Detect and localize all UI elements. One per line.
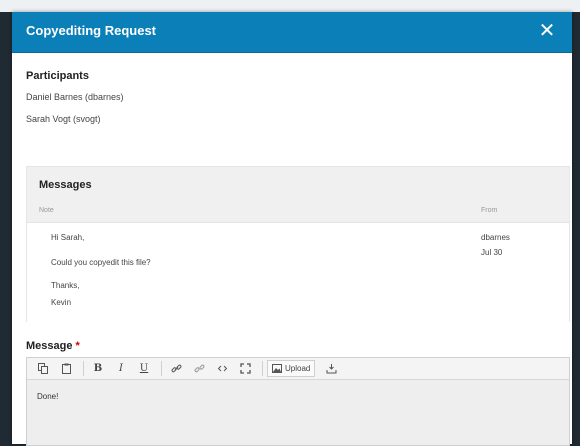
modal-title: Copyediting Request	[26, 23, 157, 38]
toolbar-divider	[262, 361, 263, 376]
toolbar-divider	[161, 361, 162, 376]
editor-toolbar: B I U Upload	[27, 358, 569, 380]
messages-heading: Messages	[39, 179, 92, 191]
code-icon[interactable]	[212, 360, 232, 377]
copyediting-request-modal: Copyediting Request ✕ Participants Danie…	[12, 12, 572, 446]
messages-panel: Messages Note From Hi Sarah, Could you c…	[26, 166, 570, 322]
image-icon	[272, 364, 282, 373]
upload-label: Upload	[285, 364, 311, 373]
message-editor[interactable]: B I U Upload Done!	[26, 357, 570, 446]
participant-item: Sarah Vogt (svogt)	[26, 114, 101, 124]
message-note-line: Thanks,	[51, 281, 80, 290]
message-text[interactable]: Done!	[27, 380, 569, 413]
message-field-label: Message *	[26, 340, 80, 352]
bold-button[interactable]: B	[88, 360, 108, 377]
participant-item: Daniel Barnes (dbarnes)	[26, 92, 124, 102]
message-note-line: Kevin	[51, 298, 72, 307]
paste-icon[interactable]	[56, 360, 76, 377]
message-label-text: Message	[26, 340, 73, 352]
message-from-date: Jul 30	[481, 248, 503, 257]
message-note-line: Could you copyedit this file?	[51, 258, 151, 267]
toolbar-divider	[83, 361, 84, 376]
link-icon[interactable]	[166, 360, 186, 377]
column-header-from: From	[481, 207, 498, 214]
message-from-user: dbarnes	[481, 233, 510, 242]
modal-header: Copyediting Request ✕	[12, 12, 572, 53]
page-backdrop	[0, 0, 580, 12]
participants-heading: Participants	[26, 70, 89, 82]
fullscreen-icon[interactable]	[235, 360, 255, 377]
required-marker: *	[75, 340, 80, 352]
unlink-icon[interactable]	[189, 360, 209, 377]
close-icon[interactable]: ✕	[536, 20, 558, 42]
copy-icon[interactable]	[33, 360, 53, 377]
italic-button[interactable]: I	[111, 360, 131, 377]
column-header-note: Note	[39, 207, 54, 214]
download-icon[interactable]	[321, 360, 341, 377]
underline-button[interactable]: U	[134, 360, 154, 377]
upload-button[interactable]: Upload	[267, 360, 316, 377]
message-note-line: Hi Sarah,	[51, 233, 85, 242]
message-row[interactable]: Hi Sarah, Could you copyedit this file? …	[27, 222, 569, 322]
